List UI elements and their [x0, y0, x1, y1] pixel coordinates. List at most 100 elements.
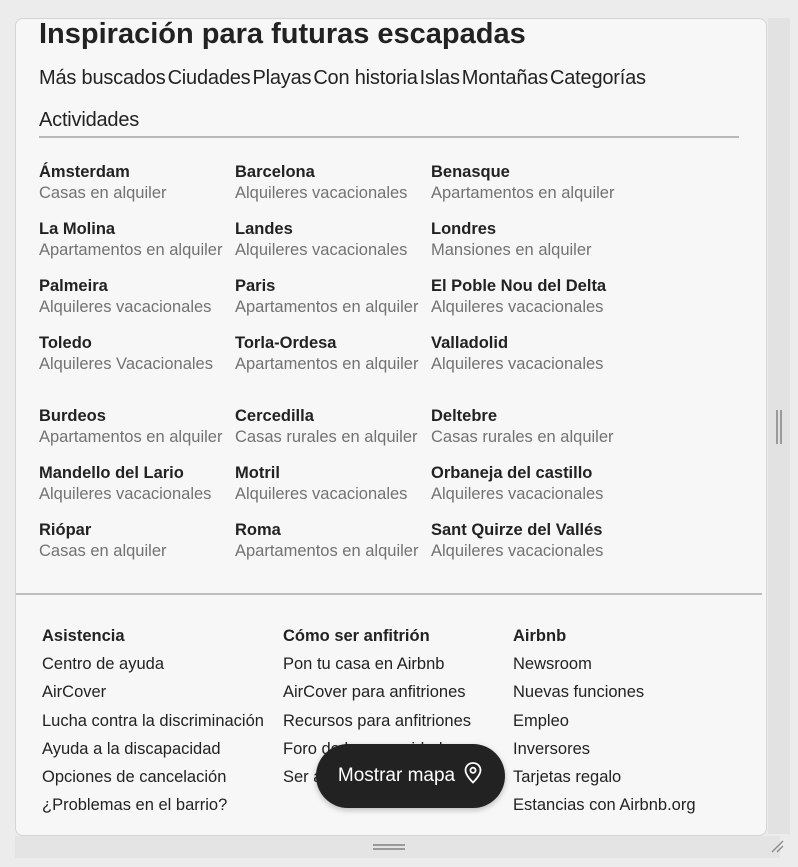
destination-subtitle: Alquileres vacacionales [431, 485, 604, 503]
destination-subtitle: Casas rurales en alquiler [235, 428, 418, 446]
destination-name: Mandello del Lario [39, 464, 184, 482]
destination-link[interactable]: Palmeira Alquileres vacacionales [39, 276, 235, 333]
destination-name: Barcelona [235, 163, 315, 181]
destination-row: Palmeira Alquileres vacacionales Paris Apar… [39, 276, 659, 333]
footer-link[interactable]: Ayuda a la discapacidad [42, 739, 283, 759]
footer-link[interactable]: Newsroom [513, 654, 743, 674]
destination-link[interactable]: Roma Apartamentos en alquiler [235, 520, 431, 577]
footer-heading: Airbnb [513, 627, 567, 645]
destination-name: Motril [235, 464, 280, 482]
destination-link[interactable]: Cercedilla Casas rurales en alquiler [235, 406, 431, 463]
footer-link[interactable]: Inversores [513, 739, 743, 759]
destination-link[interactable]: Riópar Casas en alquiler [39, 520, 235, 577]
footer-link[interactable]: Nuevas funciones [513, 682, 743, 702]
destination-link[interactable]: Toledo Alquileres Vacacionales [39, 333, 235, 390]
destination-subtitle: Apartamentos en alquiler [235, 355, 419, 373]
footer-link[interactable]: AirCover [42, 682, 283, 702]
destination-subtitle: Casas rurales en alquiler [431, 428, 614, 446]
destination-link[interactable]: Sant Quirze del Vallés Alquileres vacacio… [431, 520, 627, 577]
bottom-bar-grip[interactable] [373, 844, 405, 850]
destination-subtitle: Apartamentos en alquiler [39, 241, 223, 259]
destination-subtitle: Casas en alquiler [39, 184, 167, 202]
destination-name: Toledo [39, 334, 92, 352]
destination-link[interactable]: Mandello del Lario Alquileres vacacionale… [39, 463, 235, 520]
tab-mas-buscados[interactable]: Más buscados [39, 67, 166, 89]
destination-name: Londres [431, 220, 497, 238]
destination-link[interactable]: Paris Apartamentos en alquiler [235, 276, 431, 333]
footer-link[interactable]: Pon tu casa en Airbnb [283, 654, 513, 674]
footer-link[interactable]: Centro de ayuda [42, 654, 283, 674]
destination-name: Paris [235, 277, 276, 295]
tab-actividades[interactable]: Actividades [39, 109, 139, 131]
show-map-button[interactable]: Mostrar mapa [316, 744, 505, 808]
scrollbar-grip[interactable] [776, 410, 782, 444]
footer-column: Asistencia Centro de ayuda AirCover Lucha c… [42, 626, 283, 824]
footer-divider [16, 593, 762, 595]
destination-name: Palmeira [39, 277, 108, 295]
footer-link[interactable]: AirCover para anfitriones [283, 682, 513, 702]
destination-link[interactable]: Ámsterdam Casas en alquiler [39, 162, 235, 219]
page-content: Inspiración para futuras escapadas Más b… [15, 18, 767, 836]
destination-row: Burdeos Apartamentos en alquiler Cercedill… [39, 406, 659, 463]
destination-name: Orbaneja del castillo [431, 464, 593, 482]
destination-row: Riópar Casas en alquiler Roma Apartamentos … [39, 520, 659, 577]
destination-name: Deltebre [431, 407, 498, 425]
destination-name: El Poble Nou del Delta [431, 277, 607, 295]
tabs-divider [39, 136, 739, 138]
tab-categorias[interactable]: Categorías [550, 67, 646, 89]
destination-subtitle: Casas en alquiler [39, 542, 167, 560]
tab-islas[interactable]: Islas [420, 67, 460, 89]
destination-link[interactable]: Barcelona Alquileres vacacionales [235, 162, 431, 219]
destination-name: Riópar [39, 521, 92, 539]
footer-link[interactable]: Recursos para anfitriones [283, 711, 513, 731]
destination-name: Valladolid [431, 334, 509, 352]
tab-ciudades[interactable]: Ciudades [168, 67, 251, 89]
destination-link[interactable]: Motril Alquileres vacacionales [235, 463, 431, 520]
destination-subtitle: Alquileres vacacionales [39, 485, 212, 503]
footer-heading: Asistencia [42, 627, 125, 645]
destination-link[interactable]: Burdeos Apartamentos en alquiler [39, 406, 235, 463]
destination-link[interactable]: Landes Alquileres vacacionales [235, 219, 431, 276]
destination-row: Toledo Alquileres Vacacionales Torla-Ordes… [39, 333, 659, 390]
destination-name: Roma [235, 521, 281, 539]
destination-link[interactable]: Londres Mansiones en alquiler [431, 219, 627, 276]
destination-link[interactable]: Valladolid Alquileres vacacionales [431, 333, 627, 390]
destination-link[interactable]: Orbaneja del castillo Alquileres vacacion… [431, 463, 627, 520]
destination-row: Ámsterdam Casas en alquiler Barcelona Alqui… [39, 162, 659, 219]
destination-subtitle: Mansiones en alquiler [431, 241, 592, 259]
destination-subtitle: Alquileres vacacionales [235, 241, 408, 259]
destination-subtitle: Apartamentos en alquiler [235, 542, 419, 560]
resize-corner-icon[interactable] [770, 839, 784, 853]
category-tabs: Más buscados Ciudades Playas Con histori… [39, 67, 729, 131]
vertical-scrollbar[interactable] [768, 18, 790, 834]
destination-subtitle: Apartamentos en alquiler [431, 184, 615, 202]
footer-link[interactable]: Opciones de cancelación [42, 767, 283, 787]
destination-link[interactable]: Deltebre Casas rurales en alquiler [431, 406, 627, 463]
destination-subtitle: Alquileres vacacionales [39, 298, 212, 316]
tab-playas[interactable]: Playas [252, 67, 311, 89]
destination-link[interactable]: El Poble Nou del Delta Alquileres vacacio… [431, 276, 627, 333]
destinations-grid: Ámsterdam Casas en alquiler Barcelona Alqui… [39, 162, 659, 577]
bottom-resize-bar[interactable] [15, 836, 780, 858]
footer-heading: Cómo ser anfitrión [283, 627, 430, 645]
tab-montanas[interactable]: Montañas [462, 67, 548, 89]
footer-column: Airbnb Newsroom Nuevas funciones Empleo Inve… [513, 626, 743, 824]
destination-link[interactable]: Benasque Apartamentos en alquiler [431, 162, 627, 219]
destination-link[interactable]: Torla-Ordesa Apartamentos en alquiler [235, 333, 431, 390]
footer-link[interactable]: Estancias con Airbnb.org [513, 795, 743, 815]
show-map-label: Mostrar mapa [337, 765, 456, 786]
destination-subtitle: Alquileres vacacionales [431, 355, 604, 373]
destination-row: Mandello del Lario Alquileres vacacionale… [39, 463, 659, 520]
destination-link[interactable]: La Molina Apartamentos en alquiler [39, 219, 235, 276]
destination-subtitle: Alquileres vacacionales [235, 184, 408, 202]
footer-link[interactable]: Tarjetas regalo [513, 767, 743, 787]
footer-link[interactable]: ¿Problemas en el barrio? [42, 795, 283, 815]
tab-con-historia[interactable]: Con historia [313, 67, 418, 89]
footer-link[interactable]: Lucha contra la discriminación [42, 711, 283, 731]
section-title: Inspiración para futuras escapadas [39, 18, 526, 50]
destination-subtitle: Apartamentos en alquiler [39, 428, 223, 446]
destination-name: Burdeos [39, 407, 106, 425]
destination-subtitle: Alquileres vacacionales [431, 542, 604, 560]
footer-link[interactable]: Empleo [513, 711, 743, 731]
destination-name: La Molina [39, 220, 116, 238]
